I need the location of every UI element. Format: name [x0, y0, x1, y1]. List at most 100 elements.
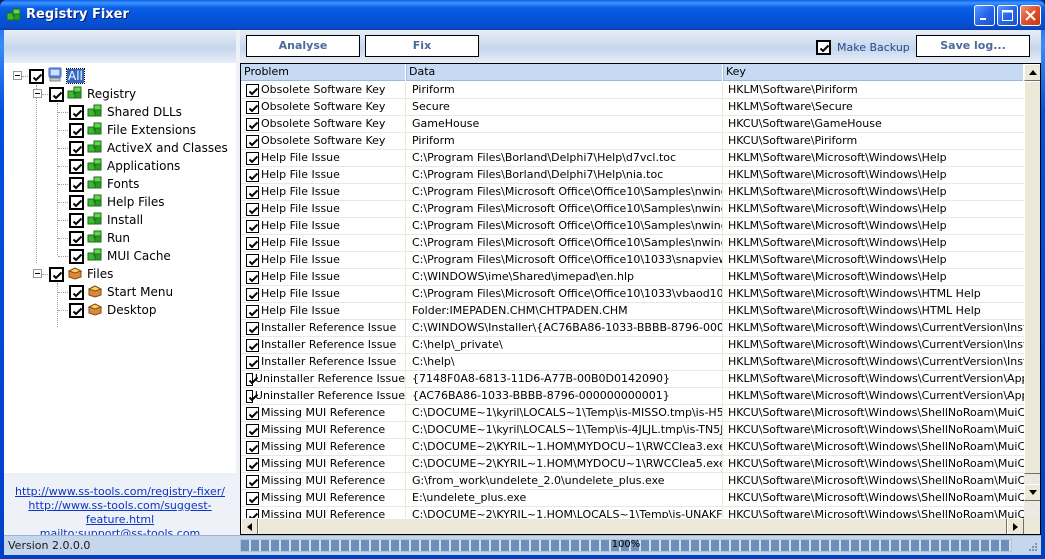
row-checkbox[interactable] [246, 151, 259, 165]
row-checkbox[interactable] [246, 202, 259, 216]
table-row[interactable]: Help File Issue Folder:IMEPADEN.CHM\CHTPA… [241, 303, 1024, 320]
row-checkbox[interactable] [246, 474, 259, 488]
scroll-right-button[interactable] [1007, 518, 1024, 534]
maximize-button[interactable] [997, 5, 1018, 26]
tree-item-install[interactable]: Install [69, 211, 143, 229]
table-row[interactable]: Installer Reference Issue C:\help\ HKLM\So… [241, 354, 1024, 371]
table-row[interactable]: Help File Issue C:\Program Files\Microsof… [241, 184, 1024, 201]
tree-checkbox[interactable] [69, 302, 84, 318]
tree-checkbox-all[interactable] [29, 68, 44, 84]
table-row[interactable]: Missing MUI Reference G:\from_work\undele… [241, 473, 1024, 490]
table-row[interactable]: Missing MUI Reference C:\DOCUME~1\kyril\L… [241, 422, 1024, 439]
tree-item-shared-dlls[interactable]: Shared DLLs [69, 103, 182, 121]
table-row[interactable]: Obsolete Software Key Secure HKLM\Software… [241, 99, 1024, 116]
tree-checkbox[interactable] [69, 140, 84, 156]
row-checkbox[interactable] [246, 372, 259, 386]
fix-button[interactable]: Fix [365, 35, 479, 57]
tree-item-files[interactable]: Files [49, 265, 113, 283]
table-row[interactable]: Obsolete Software Key Piriform HKLM\Softwa… [241, 82, 1024, 99]
row-checkbox[interactable] [246, 389, 259, 403]
close-button[interactable] [1020, 5, 1041, 26]
collapse-files-toggle[interactable] [33, 269, 42, 278]
horizontal-scroll-thumb[interactable] [258, 518, 1007, 534]
column-header-problem[interactable]: Problem [241, 64, 407, 81]
tree-checkbox[interactable] [69, 158, 84, 174]
tree-item-all[interactable]: All [29, 67, 85, 85]
tree-item-file-extensions[interactable]: File Extensions [69, 121, 196, 139]
row-checkbox[interactable] [246, 219, 259, 233]
table-row[interactable]: Installer Reference Issue C:\WINDOWS\Inst… [241, 320, 1024, 337]
collapse-all-toggle[interactable] [13, 71, 22, 80]
table-row[interactable]: Help File Issue C:\WINDOWS\ime\Shared\ime… [241, 269, 1024, 286]
tree-item-run[interactable]: Run [69, 229, 130, 247]
row-checkbox[interactable] [246, 440, 259, 454]
row-checkbox[interactable] [246, 83, 259, 97]
scroll-left-button[interactable] [241, 518, 258, 534]
table-row[interactable]: Missing MUI Reference E:\undelete_plus.ex… [241, 490, 1024, 507]
tree-item-activex-and-classes[interactable]: ActiveX and Classes [69, 139, 228, 157]
row-checkbox[interactable] [246, 270, 259, 284]
row-checkbox[interactable] [246, 423, 259, 437]
horizontal-scrollbar[interactable] [241, 518, 1024, 534]
tree-checkbox[interactable] [69, 248, 84, 264]
row-checkbox[interactable] [246, 117, 259, 131]
tree-checkbox[interactable] [69, 104, 84, 120]
tree-checkbox[interactable] [69, 122, 84, 138]
table-row[interactable]: Obsolete Software Key GameHouse HKCU\Softw… [241, 116, 1024, 133]
row-checkbox[interactable] [246, 457, 259, 471]
tree-item-mui-cache[interactable]: MUI Cache [69, 247, 171, 265]
tree-item-desktop[interactable]: Desktop [69, 301, 157, 319]
table-row[interactable]: Help File Issue C:\Program Files\Microsof… [241, 201, 1024, 218]
column-header-data[interactable]: Data [406, 64, 724, 81]
collapse-registry-toggle[interactable] [33, 89, 42, 98]
row-checkbox[interactable] [246, 100, 259, 114]
tree-checkbox[interactable] [69, 194, 84, 210]
table-row[interactable]: Help File Issue C:\Program Files\Microsof… [241, 218, 1024, 235]
scroll-down-button[interactable] [1024, 484, 1040, 501]
row-checkbox[interactable] [246, 304, 259, 318]
resize-grip-icon[interactable] [1027, 541, 1037, 551]
tree-item-registry[interactable]: Registry [49, 85, 136, 103]
table-row[interactable]: Obsolete Software Key Piriform HKCU\Softwa… [241, 133, 1024, 150]
vertical-scrollbar[interactable] [1024, 64, 1040, 518]
tree-item-help-files[interactable]: Help Files [69, 193, 165, 211]
make-backup-checkbox[interactable]: Make Backup [816, 39, 910, 55]
row-checkbox[interactable] [246, 321, 259, 335]
tree-item-applications[interactable]: Applications [69, 157, 180, 175]
registry-fixer-link[interactable]: http://www.ss-tools.com/registry-fixer/ [4, 485, 236, 499]
row-checkbox[interactable] [246, 355, 259, 369]
row-checkbox[interactable] [246, 406, 259, 420]
tree-checkbox-registry[interactable] [49, 86, 64, 102]
suggest-feature-link[interactable]: http://www.ss-tools.com/suggest-feature.… [4, 499, 236, 527]
tree-checkbox[interactable] [69, 212, 84, 228]
row-checkbox[interactable] [246, 185, 259, 199]
tree-checkbox[interactable] [69, 284, 84, 300]
row-checkbox[interactable] [246, 287, 259, 301]
vertical-scroll-thumb[interactable] [1024, 81, 1040, 474]
title-bar[interactable]: Registry Fixer [0, 0, 1045, 30]
table-row[interactable]: Uninstaller Reference Issue {7148F0A8-681… [241, 371, 1024, 388]
minimize-button[interactable] [974, 5, 995, 26]
tree-checkbox[interactable] [69, 230, 84, 246]
row-checkbox[interactable] [246, 168, 259, 182]
column-header-key[interactable]: Key [723, 64, 1025, 81]
analyse-button[interactable]: Analyse [246, 35, 360, 57]
tree-item-fonts[interactable]: Fonts [69, 175, 139, 193]
table-row[interactable]: Missing MUI Reference C:\DOCUME~2\KYRIL~1… [241, 456, 1024, 473]
row-checkbox[interactable] [246, 236, 259, 250]
table-row[interactable]: Uninstaller Reference Issue {AC76BA86-103… [241, 388, 1024, 405]
table-row[interactable]: Missing MUI Reference C:\DOCUME~1\kyril\L… [241, 405, 1024, 422]
table-row[interactable]: Help File Issue C:\Program Files\Borland\… [241, 150, 1024, 167]
save-log-button[interactable]: Save log... [916, 35, 1030, 57]
tree-checkbox-files[interactable] [49, 266, 64, 282]
row-checkbox[interactable] [246, 134, 259, 148]
table-row[interactable]: Installer Reference Issue C:\help\_privat… [241, 337, 1024, 354]
table-row[interactable]: Help File Issue C:\Program Files\Microsof… [241, 252, 1024, 269]
scroll-up-button[interactable] [1024, 64, 1040, 81]
row-checkbox[interactable] [246, 338, 259, 352]
row-checkbox[interactable] [246, 491, 259, 505]
tree-item-start-menu[interactable]: Start Menu [69, 283, 173, 301]
table-row[interactable]: Help File Issue C:\Program Files\Microsof… [241, 235, 1024, 252]
tree-checkbox[interactable] [69, 176, 84, 192]
table-row[interactable]: Missing MUI Reference C:\DOCUME~2\KYRIL~1… [241, 507, 1024, 518]
